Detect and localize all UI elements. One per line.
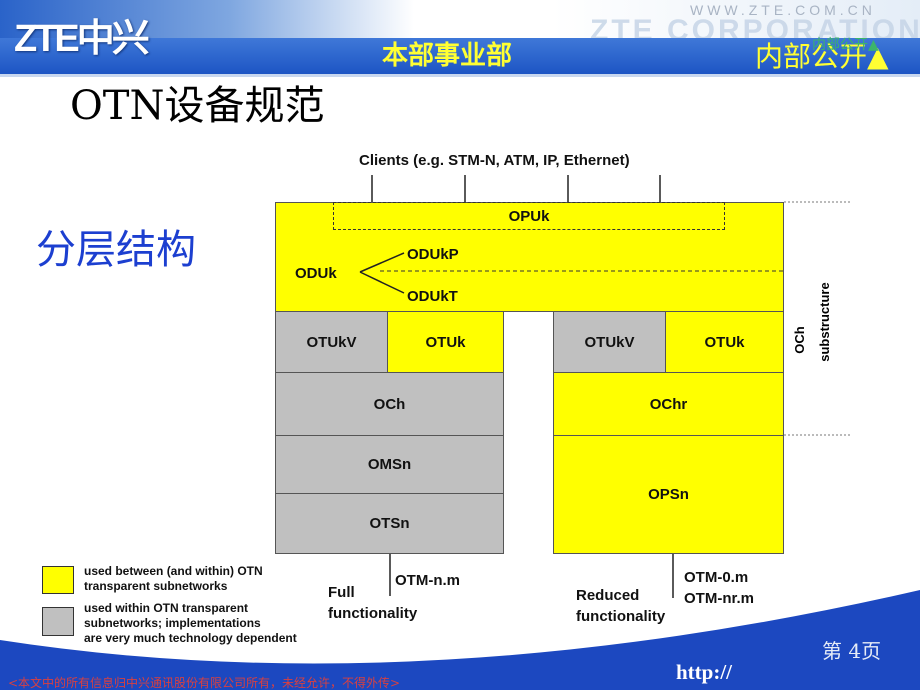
reduced-label-2: functionality — [576, 608, 666, 625]
footer-url[interactable]: http:// — [676, 660, 732, 685]
full-label-2: functionality — [328, 605, 418, 622]
side-label-substructure: substructure — [817, 282, 832, 361]
side-label-och: OCh — [792, 326, 807, 354]
legend-yellow-text: used between (and within) OTN transparent… — [84, 564, 263, 593]
odukt-branch — [359, 271, 405, 294]
page-number: 第 4页 — [822, 639, 882, 663]
legend-gray-text: used within OTN transparent subnetworks; … — [84, 601, 297, 645]
odukp-branch — [359, 252, 405, 273]
legend-swatch-yellow — [42, 566, 74, 594]
otm-0-label: OTM-0.m — [684, 569, 749, 586]
reduced-label-1: Reduced — [576, 587, 640, 604]
otm-nr-label: OTM-nr.m — [684, 590, 754, 607]
otm-n-label: OTM-n.m — [395, 572, 460, 589]
legend-swatch-gray — [42, 607, 74, 636]
legal-notice: <本文中的所有信息归中兴通讯股份有限公司所有，未经允许，不得外传> — [8, 676, 401, 690]
full-label-1: Full — [328, 584, 355, 601]
